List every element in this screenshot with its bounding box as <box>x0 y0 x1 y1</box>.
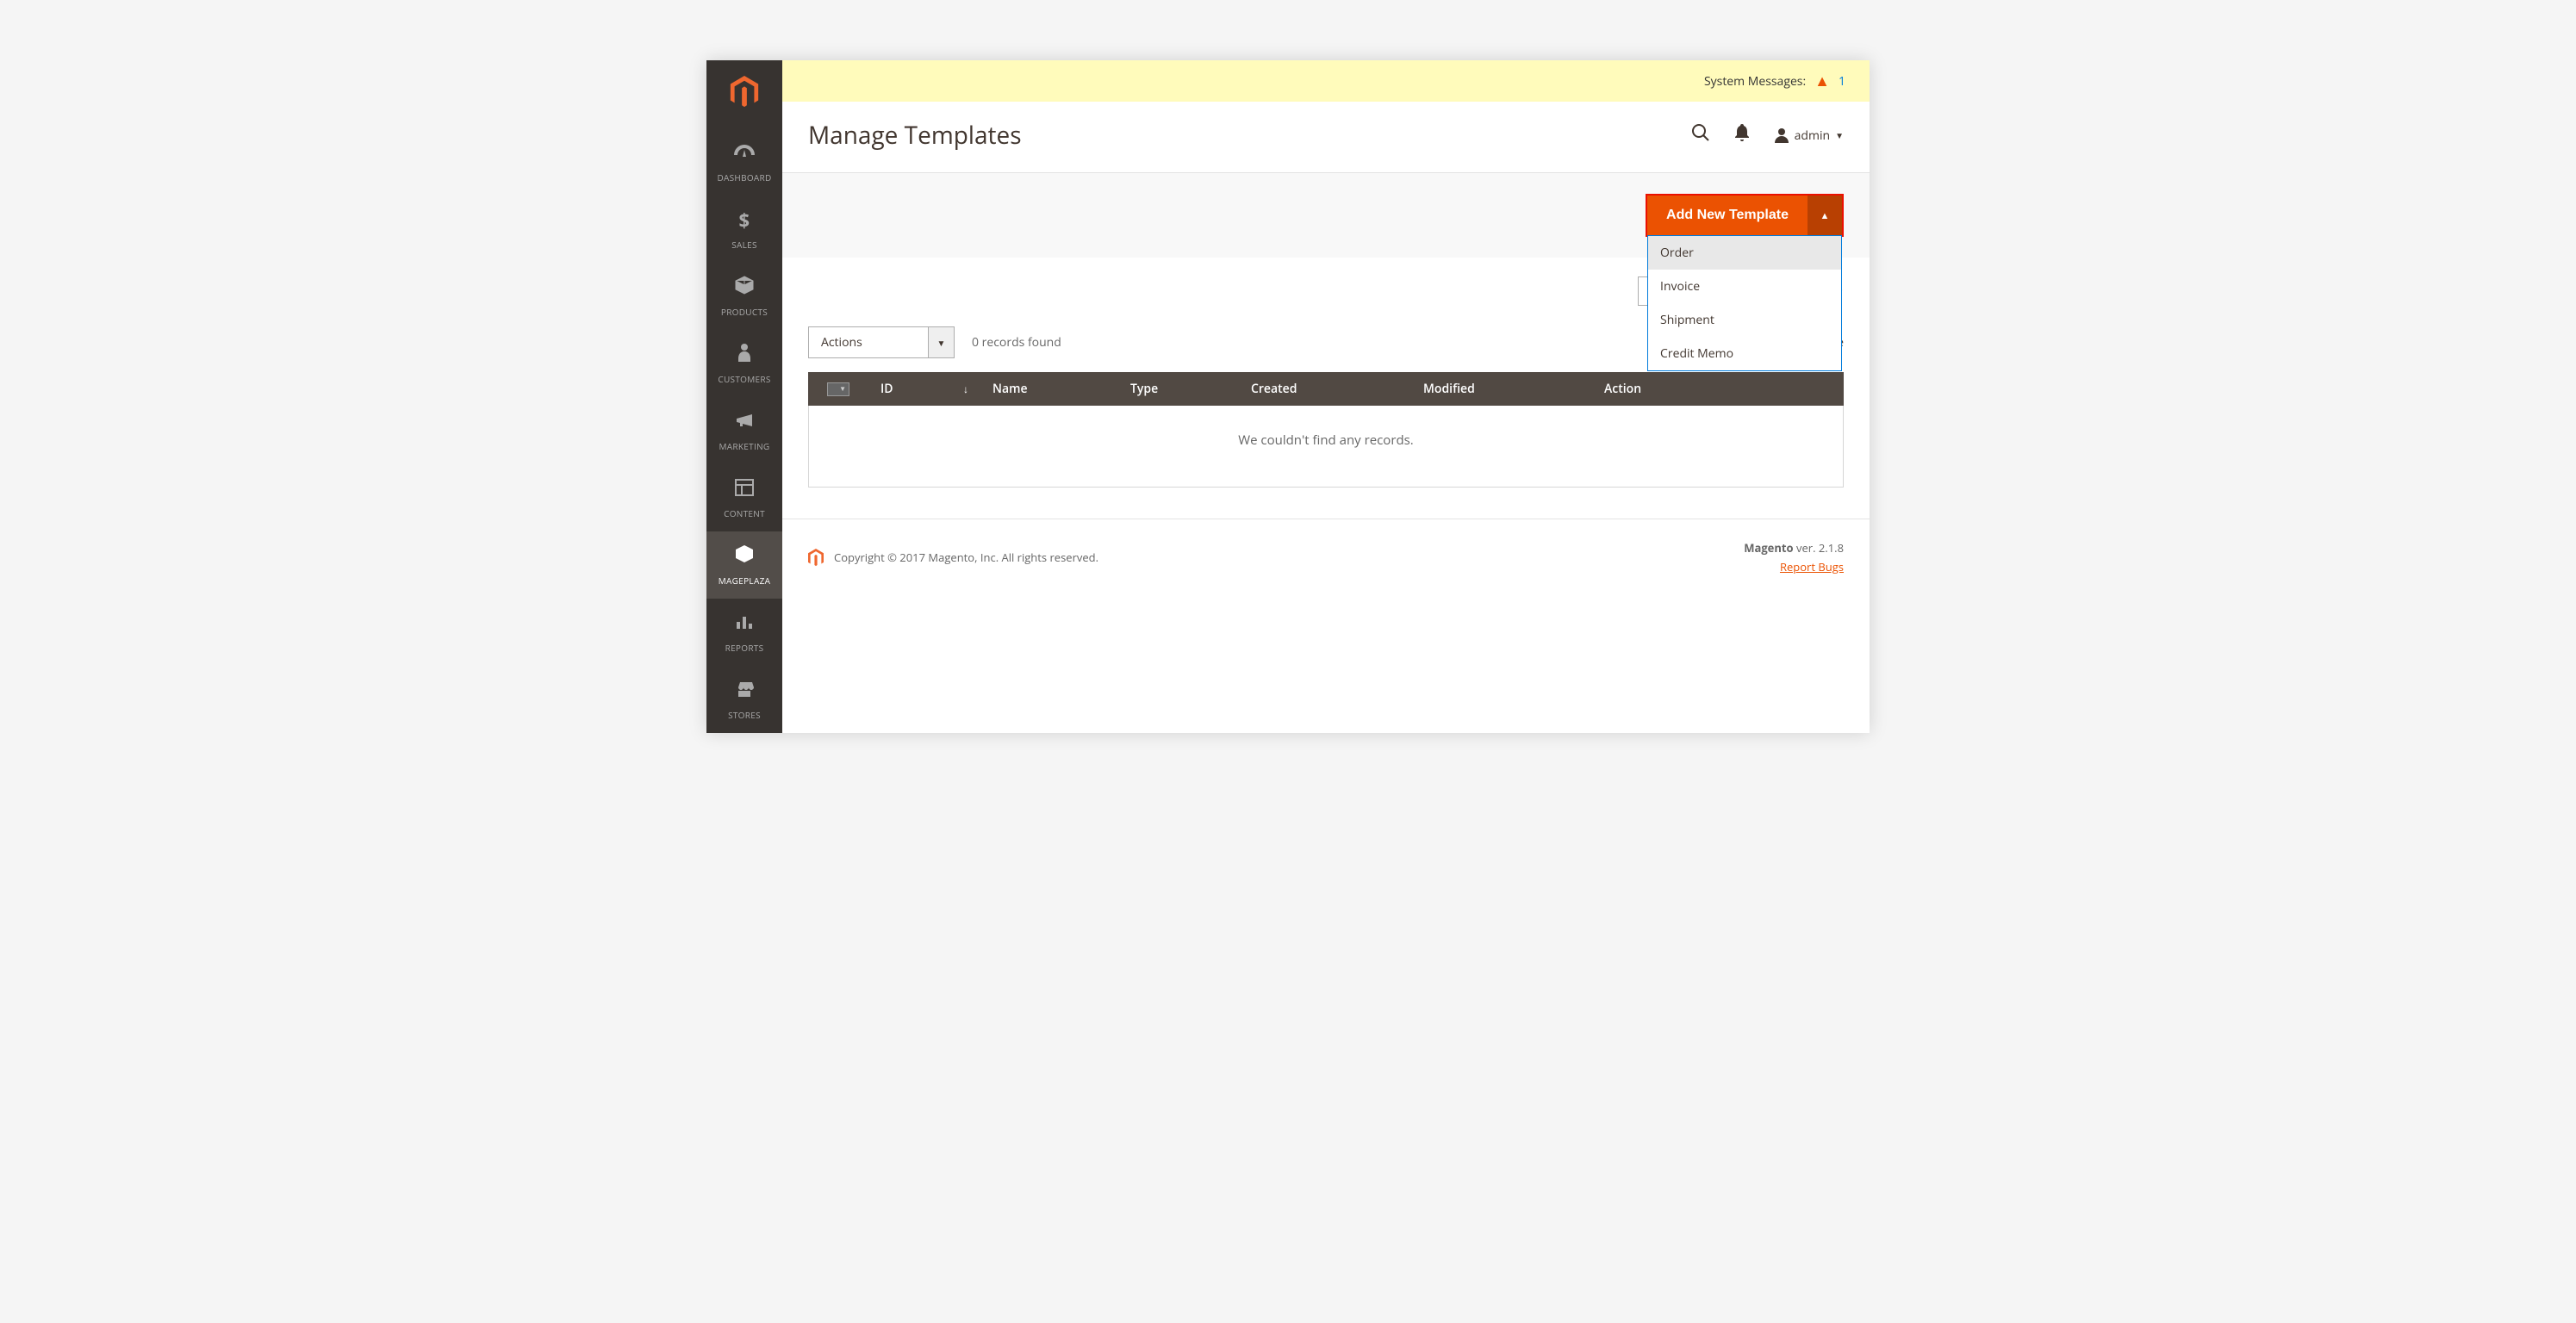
system-messages-bar: System Messages: ▲ 1 <box>782 60 1870 102</box>
main-content: System Messages: ▲ 1 Manage Templates ad… <box>782 60 1870 733</box>
sort-arrow-icon: ↓ <box>963 382 968 396</box>
caret-down-icon: ▼ <box>929 326 955 358</box>
box-icon <box>710 543 779 569</box>
sidebar-item-label: SALES <box>710 239 779 251</box>
user-name: admin <box>1795 127 1830 144</box>
grid-header: ▼ ID ↓ Name Type Created <box>808 372 1844 406</box>
data-grid: ▼ ID ↓ Name Type Created <box>808 372 1844 488</box>
caret-down-icon: ▼ <box>1835 129 1844 141</box>
magento-logo-small <box>808 549 824 567</box>
sidebar-item-products[interactable]: PRODUCTS <box>706 263 782 330</box>
sidebar-item-label: PRODUCTS <box>710 306 779 318</box>
column-type[interactable]: Type <box>1118 372 1239 406</box>
dollar-icon: $ <box>710 208 779 233</box>
sidebar-item-marketing[interactable]: MARKETING <box>706 397 782 464</box>
magento-logo[interactable] <box>706 60 782 128</box>
add-new-template-toggle[interactable]: ▲ <box>1808 196 1842 235</box>
report-bugs-link[interactable]: Report Bugs <box>1780 559 1844 575</box>
sidebar-item-customers[interactable]: CUSTOMERS <box>706 330 782 397</box>
bar-chart-icon <box>710 611 779 637</box>
column-modified[interactable]: Modified <box>1411 372 1592 406</box>
sidebar-item-content[interactable]: CONTENT <box>706 464 782 531</box>
sidebar-item-label: STORES <box>710 709 779 721</box>
add-new-template-wrapper: Add New Template ▲ Order Invoice Shipmen… <box>1646 194 1844 237</box>
sidebar-item-reports[interactable]: REPORTS <box>706 599 782 666</box>
warning-icon: ▲ <box>1814 71 1830 91</box>
action-bar: Add New Template ▲ Order Invoice Shipmen… <box>782 172 1870 258</box>
version-label: Magento <box>1744 540 1793 556</box>
bulk-actions-select[interactable]: Actions ▼ <box>808 326 955 358</box>
sidebar-item-mageplaza[interactable]: MAGEPLAZA <box>706 531 782 599</box>
sidebar-item-label: CUSTOMERS <box>710 373 779 385</box>
sidebar-item-dashboard[interactable]: DASHBOARD <box>706 128 782 196</box>
sidebar: DASHBOARD $ SALES PRODUCTS CUSTOMERS MAR… <box>706 60 782 733</box>
sidebar-item-label: CONTENT <box>710 507 779 519</box>
column-checkbox[interactable]: ▼ <box>808 372 868 406</box>
dropdown-item-shipment[interactable]: Shipment <box>1648 303 1841 337</box>
add-new-template-dropdown: Order Invoice Shipment Credit Memo <box>1647 235 1842 371</box>
person-icon <box>710 342 779 368</box>
bell-icon[interactable] <box>1734 123 1750 147</box>
layout-icon <box>710 476 779 502</box>
search-icon[interactable] <box>1691 123 1710 147</box>
header-actions: admin ▼ <box>1691 123 1844 147</box>
page-footer: Copyright © 2017 Magento, Inc. All right… <box>782 519 1870 592</box>
system-messages-count[interactable]: 1 <box>1839 73 1845 90</box>
grid-empty-message: We couldn't find any records. <box>808 406 1844 488</box>
user-menu[interactable]: admin ▼ <box>1774 127 1844 144</box>
page-title: Manage Templates <box>808 119 1022 152</box>
add-new-template-button[interactable]: Add New Template <box>1647 196 1808 235</box>
column-name[interactable]: Name <box>980 372 1118 406</box>
megaphone-icon <box>710 409 779 435</box>
column-action[interactable]: Action <box>1592 372 1844 406</box>
store-icon <box>710 678 779 704</box>
gauge-icon <box>710 140 779 166</box>
copyright-text: Copyright © 2017 Magento, Inc. All right… <box>834 550 1098 565</box>
sidebar-item-sales[interactable]: $ SALES <box>706 196 782 263</box>
dropdown-item-order[interactable]: Order <box>1648 236 1841 270</box>
dropdown-item-invoice[interactable]: Invoice <box>1648 270 1841 303</box>
version-number: ver. 2.1.8 <box>1794 540 1844 556</box>
sidebar-item-label: DASHBOARD <box>710 171 779 183</box>
dropdown-item-credit-memo[interactable]: Credit Memo <box>1648 337 1841 370</box>
records-found-label: 0 records found <box>972 334 1061 351</box>
page-header: Manage Templates admin ▼ <box>782 102 1870 172</box>
select-all-checkbox[interactable]: ▼ <box>827 382 849 396</box>
sidebar-item-label: REPORTS <box>710 642 779 654</box>
sidebar-item-label: MARKETING <box>710 440 779 452</box>
sidebar-item-stores[interactable]: STORES <box>706 666 782 733</box>
sidebar-item-label: MAGEPLAZA <box>710 575 779 587</box>
caret-up-icon: ▲ <box>1820 209 1830 222</box>
system-messages-label: System Messages: <box>1704 73 1806 90</box>
column-created[interactable]: Created <box>1239 372 1411 406</box>
box-icon <box>710 275 779 301</box>
app-wrapper: DASHBOARD $ SALES PRODUCTS CUSTOMERS MAR… <box>706 60 1870 733</box>
column-id[interactable]: ID ↓ <box>868 372 980 406</box>
